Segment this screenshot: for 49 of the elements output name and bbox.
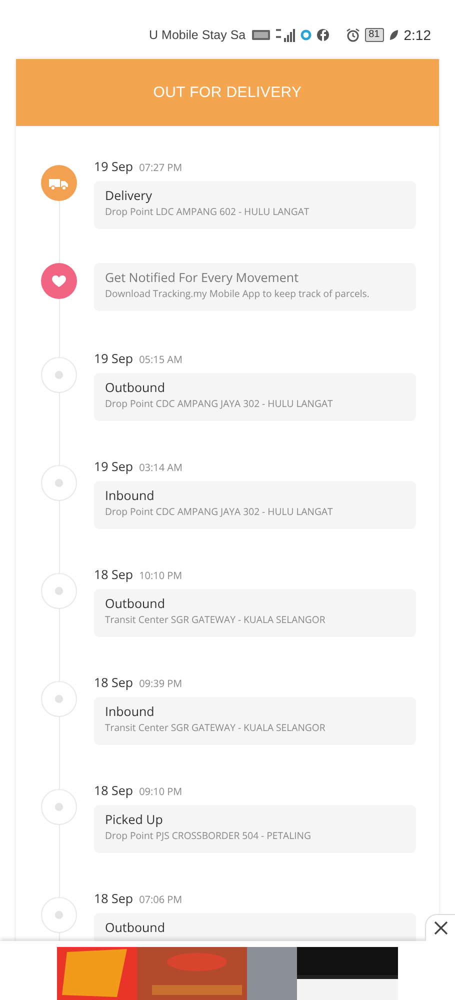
event-title: Inbound	[105, 704, 156, 720]
event-time: 07:06 PM	[139, 892, 182, 906]
event-title: Outbound	[105, 596, 166, 612]
event-time: 09:39 PM	[139, 676, 182, 690]
event-title: Outbound	[105, 380, 166, 396]
ring-icon	[300, 28, 312, 40]
event-date: 18 Sep	[94, 566, 134, 583]
event-title: Picked Up	[105, 812, 164, 828]
dot-icon	[55, 803, 63, 811]
heart-icon	[51, 274, 67, 288]
promo-card[interactable]: Get Notified For Every Movement Download Tracking.my Mobile App to keep track of parcels.	[94, 263, 416, 311]
event-date: 19 Sep	[94, 158, 134, 175]
event-title: Outbound	[105, 920, 166, 936]
event-date: 19 Sep	[94, 350, 134, 367]
event-date: 19 Sep	[94, 458, 134, 475]
dot-icon	[55, 695, 63, 703]
battery-indicator: 81	[364, 28, 384, 42]
event-date: 18 Sep	[94, 674, 134, 691]
event-time: 07:27 PM	[139, 160, 182, 174]
event-title: Delivery	[105, 188, 154, 204]
alarm-icon	[346, 28, 360, 42]
carrier-name: U Mobile Stay Sa	[149, 28, 246, 42]
status-header: OUT FOR DELIVERY	[16, 59, 439, 126]
event-time: 10:10 PM	[139, 568, 182, 582]
event-detail: Download Tracking.my Mobile App to keep track of parcels.	[105, 286, 370, 301]
event-detail: Drop Point LDC AMPANG 602 - HULU LANGAT	[105, 204, 310, 219]
event-title: Get Notified For Every Movement	[105, 270, 300, 286]
event-detail: Transit Center SGR GATEWAY - KUALA SELANGOR	[105, 612, 326, 627]
facebook-icon	[316, 28, 329, 40]
event-detail: Drop Point CDC AMPANG JAYA 302 - HULU LANGAT	[105, 504, 334, 519]
event-time: 09:10 PM	[139, 784, 182, 798]
event-date: 18 Sep	[94, 890, 134, 907]
dot-icon	[55, 911, 63, 919]
event-detail: Drop Point PJS CROSSBORDER 504 - PETALING	[105, 828, 312, 843]
close-icon	[434, 921, 448, 935]
event-time: 03:14 AM	[139, 460, 182, 474]
dot-icon	[55, 587, 63, 595]
event-date: 18 Sep	[94, 782, 134, 799]
dot-icon	[55, 371, 63, 379]
truck-icon	[49, 176, 69, 190]
signal-icon	[274, 28, 295, 42]
close-button[interactable]	[425, 914, 455, 941]
event-time: 05:15 AM	[139, 352, 182, 366]
event-title: Inbound	[105, 488, 156, 504]
clock-time: 2:12	[404, 26, 431, 42]
leaf-icon	[388, 28, 399, 40]
dot-icon	[55, 479, 63, 487]
event-detail: Drop Point CDC AMPANG JAYA 302 - HULU LANGAT	[105, 396, 334, 411]
event-detail: Transit Center SGR GATEWAY - KUALA SELANGOR	[105, 720, 326, 735]
